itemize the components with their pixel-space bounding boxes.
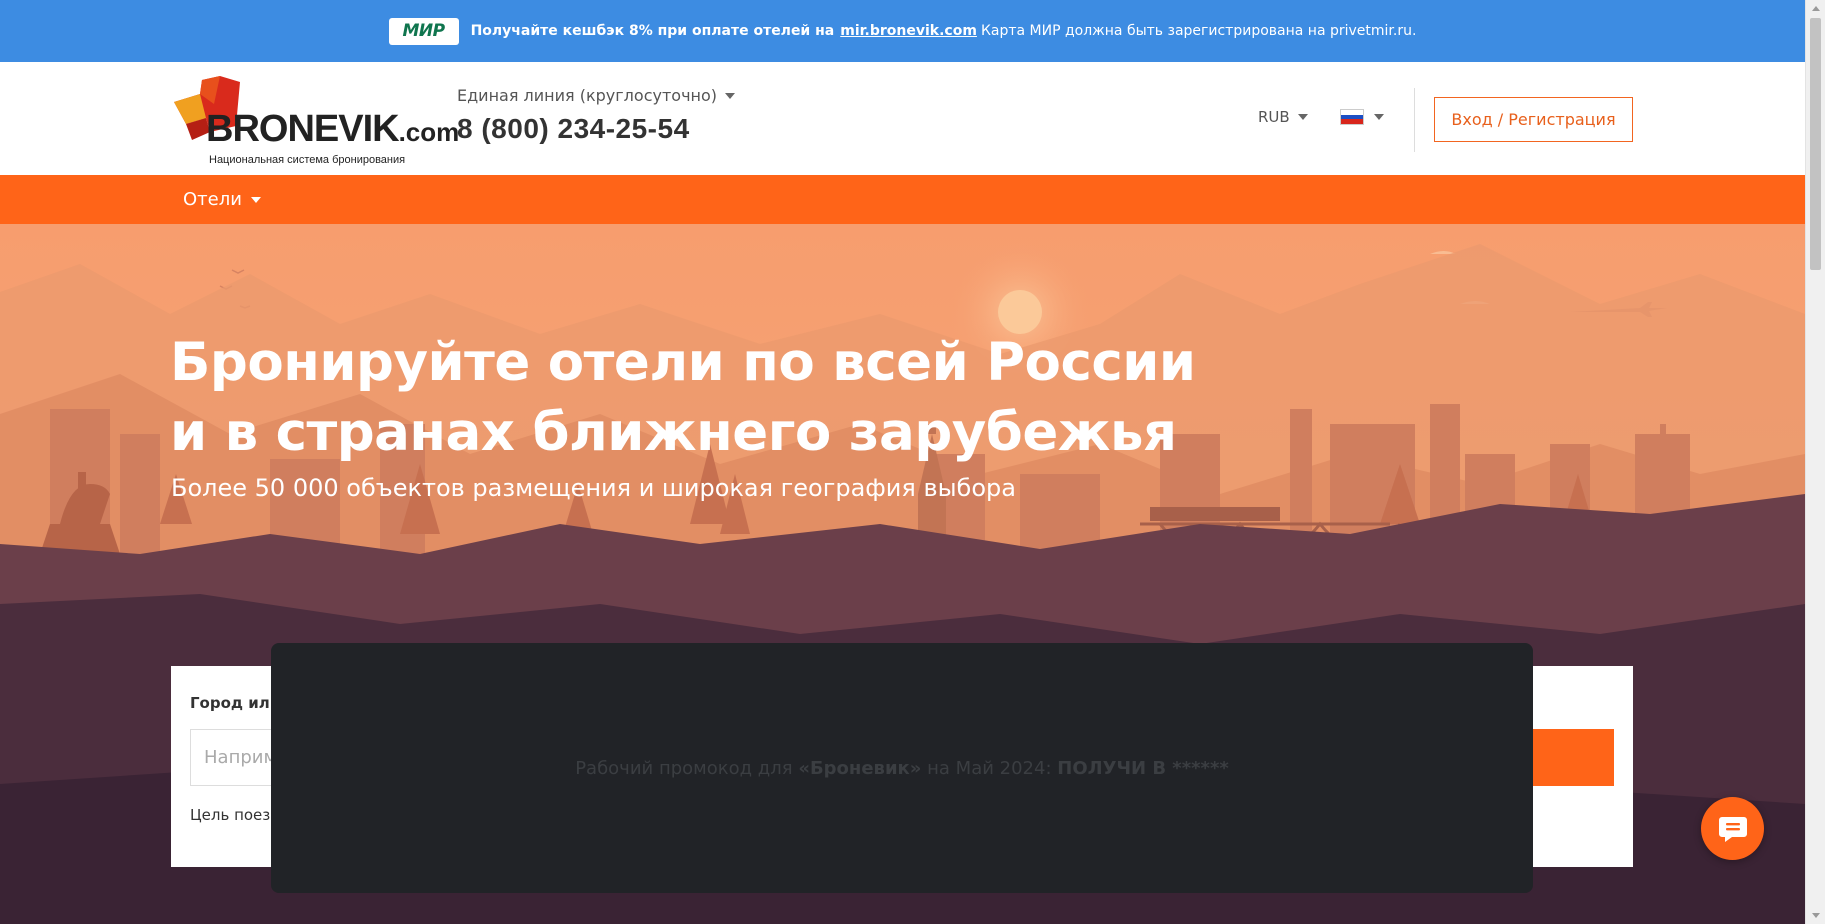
page-scrollbar[interactable] [1805,0,1825,924]
bronevik-logo[interactable]: BRONEVIK.com Национальная система бронир… [170,74,459,169]
chat-icon [1718,816,1747,842]
promo-bar: МИР Получайте кешбэк 8% при оплате отеле… [0,0,1805,62]
language-selector[interactable] [1340,109,1384,125]
logo-tagline: Национальная система бронирования [209,154,406,166]
hotline-dropdown[interactable]: Единая линия (круглосуточно) [457,86,736,105]
chevron-down-icon [1374,114,1384,120]
hero-title: Бронируйте отели по всей России и в стра… [170,328,1196,468]
trip-purpose-label: Цель поезд [190,806,281,824]
currency-selector[interactable]: RUB [1258,108,1308,126]
destination-label: Город или [190,694,281,712]
scroll-down-icon[interactable] [1812,913,1820,918]
hero-subtitle: Более 50 000 объектов размещения и широк… [171,474,1016,502]
scroll-up-icon[interactable] [1812,6,1820,11]
popup-brand: «Броневик» [798,757,922,779]
site-header: BRONEVIK.com Национальная система бронир… [0,62,1805,175]
login-register-button[interactable]: Вход / Регистрация [1434,97,1633,142]
popup-text-middle: на Май 2024: [927,757,1052,779]
promo-text: Получайте кешбэк 8% при оплате отелей на [470,23,835,39]
scroll-thumb[interactable] [1810,18,1821,270]
main-nav: Отели [0,175,1805,224]
popup-text-prefix: Рабочий промокод для [575,757,793,779]
promo-note: Карта МИР должна быть зарегистрирована н… [980,23,1417,39]
nav-item-label: Отели [183,189,242,210]
logo-suffix: .com [398,117,460,147]
chevron-down-icon [725,92,736,99]
divider [1414,88,1415,152]
currency-value: RUB [1258,108,1290,126]
hero-title-line2: и в странах ближнего зарубежья [170,402,1177,463]
logo-word: BRONEVIK [206,108,400,150]
promo-code-popup[interactable]: Рабочий промокод для «Броневик» на Май 2… [271,643,1533,893]
phone-number[interactable]: 8 (800) 234-25-54 [457,113,735,145]
hotline-label: Единая линия (круглосуточно) [457,86,718,105]
promo-link[interactable]: mir.bronevik.com [840,23,977,39]
chevron-down-icon [250,196,261,203]
chat-button[interactable] [1701,797,1764,860]
hotline: Единая линия (круглосуточно) 8 (800) 234… [457,86,736,145]
mir-logo: МИР [388,17,459,45]
ru-flag-icon [1340,109,1364,125]
popup-text: Рабочий промокод для «Броневик» на Май 2… [575,758,1229,779]
chevron-down-icon [1297,114,1308,120]
hero-title-line1: Бронируйте отели по всей России [170,332,1196,393]
nav-item-hotels[interactable]: Отели [183,189,261,210]
popup-code: ПОЛУЧИ В ****** [1057,757,1229,779]
